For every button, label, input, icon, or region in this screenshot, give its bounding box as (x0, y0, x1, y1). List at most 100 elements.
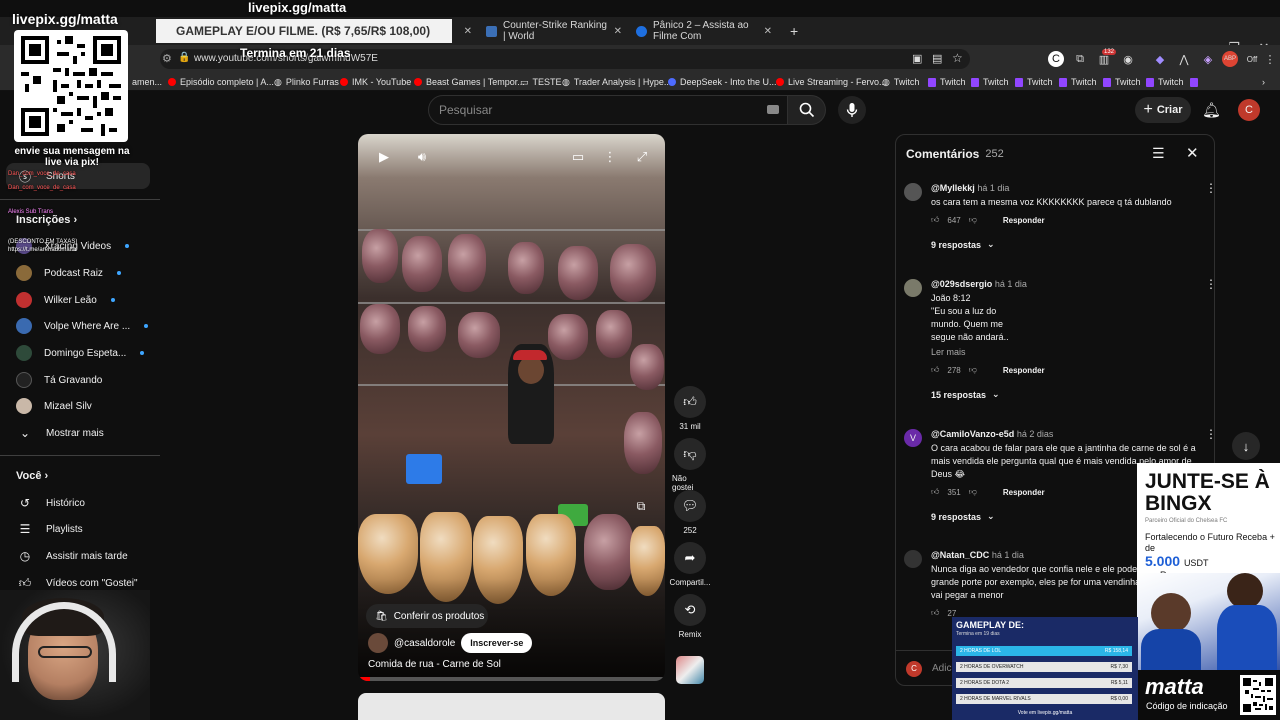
share-icon[interactable]: ➦ (674, 542, 706, 574)
comments-action[interactable]: 💬︎ 252 (672, 490, 708, 535)
account-avatar[interactable]: C (1238, 99, 1260, 121)
star-icon[interactable]: ☆ (952, 51, 963, 65)
thumbs-down-icon[interactable]: 👎︎ (674, 438, 706, 470)
more-icon[interactable]: ⋮ (1205, 427, 1214, 441)
close-icon[interactable]: ✕ (1186, 144, 1199, 162)
bookmark-item[interactable]: IMK - YouTube (340, 73, 411, 91)
adblock-icon[interactable]: ABP (1222, 51, 1238, 67)
reply-button[interactable]: Responder (1003, 366, 1045, 375)
remix-icon[interactable]: ⟲ (674, 594, 706, 626)
dislike-action[interactable]: 👎︎ Não gostei (672, 438, 708, 492)
more-options-icon[interactable]: ⋮ (598, 145, 622, 169)
comment-author[interactable]: @Myllekkj (931, 183, 975, 193)
sort-icon[interactable]: ☰ (1152, 145, 1165, 162)
remix-action[interactable]: ⟲ Remix (672, 594, 708, 639)
tab-panico[interactable]: Pânico 2 – Assista ao Filme Com ✕ (630, 17, 778, 45)
bookmark-folder[interactable]: ▭ TESTE (520, 73, 562, 91)
screenshot-icon[interactable]: ▣ (912, 52, 922, 65)
channel-handle[interactable]: @casaldorole (394, 638, 455, 649)
bookmark-item[interactable]: Twitch (928, 73, 966, 91)
bookmark-item[interactable]: Beast Games | Tempor... (414, 73, 525, 91)
captions-button[interactable]: ▭ (566, 145, 590, 169)
share-action[interactable]: ➦ Compartil... (670, 542, 710, 587)
comment-author[interactable]: @029sdsergio (931, 279, 992, 289)
settings-icon[interactable]: ⚙ (162, 52, 172, 65)
comment-avatar[interactable] (904, 279, 922, 297)
close-icon[interactable]: ✕ (764, 26, 772, 37)
bookmark-item[interactable]: Live Streaming - Fervo... (776, 73, 887, 91)
thumbs-up-icon[interactable]: 👍︎ (931, 487, 939, 497)
tab-partial[interactable]: ✕ (450, 17, 478, 45)
thumbs-up-icon[interactable]: 👍︎ (674, 386, 706, 418)
close-icon[interactable]: ✕ (614, 26, 622, 37)
progress-track[interactable] (358, 677, 665, 681)
bookmark-item[interactable]: Twitch (1059, 73, 1097, 91)
close-icon[interactable]: ✕ (464, 26, 472, 37)
expand-icon[interactable]: ⧉ (629, 494, 653, 518)
keyboard-icon[interactable] (767, 105, 779, 114)
sidebar-channel[interactable]: Wilker Leão (0, 287, 160, 313)
sidebar-item-playlists[interactable]: ☰ Playlists (0, 516, 160, 542)
thumbs-up-icon[interactable]: 👍︎ (931, 608, 939, 618)
thumbs-up-icon[interactable]: 👍︎ (931, 215, 939, 225)
extension-icon[interactable]: ◈ (1200, 51, 1216, 67)
camera-icon[interactable]: ◉ (1120, 51, 1136, 67)
fullscreen-icon[interactable]: ⤢ (630, 145, 654, 169)
bookmark-item[interactable]: ◍ Twitch (882, 73, 919, 91)
search-button[interactable] (788, 95, 826, 125)
scroll-down-button[interactable]: ↓ (1232, 432, 1260, 460)
read-more-link[interactable]: Ler mais (931, 347, 1203, 357)
bookmark-item[interactable]: Twitch (971, 73, 1009, 91)
more-icon[interactable]: ⋮ (1205, 277, 1214, 291)
lock-icon[interactable]: 🔒 (178, 52, 190, 63)
play-button[interactable]: ▶ (372, 145, 396, 169)
comment-author[interactable]: @CamiloVanzo-e5d (931, 429, 1014, 439)
you-header[interactable]: Você › (16, 470, 48, 482)
show-more-button[interactable]: ⌄ Mostrar mais (0, 420, 160, 446)
reply-button[interactable]: Responder (1003, 216, 1045, 225)
bell-icon[interactable]: 🔔︎ (1202, 101, 1221, 119)
extension-off-icon[interactable]: Off (1244, 51, 1260, 67)
sidebar-channel[interactable]: Tá Gravando (0, 367, 160, 393)
bookmark-item[interactable]: DeepSeek - Into the U... (668, 73, 777, 91)
sidebar-channel[interactable]: Domingo Espeta... (0, 340, 160, 366)
voice-search-button[interactable] (838, 96, 866, 124)
sidebar-channel[interactable]: Volpe Where Are ... (0, 313, 160, 339)
video-title[interactable]: Comida de rua - Carne de Sol (368, 659, 501, 670)
next-short-preview[interactable] (358, 693, 665, 720)
bookmark-item[interactable]: Twitch (1103, 73, 1141, 91)
search-input[interactable]: Pesquisar (428, 95, 788, 125)
comment-avatar[interactable] (904, 183, 922, 201)
bookmark-item[interactable]: Twitch (1015, 73, 1053, 91)
new-tab-button[interactable]: + (784, 17, 804, 45)
chevron-right-icon[interactable]: › (1262, 73, 1265, 91)
bookmark-item[interactable]: Twitch (1146, 73, 1184, 91)
comment-avatar[interactable]: V (904, 429, 922, 447)
tab-counter-strike[interactable]: Counter-Strike Ranking | World ✕ (480, 17, 628, 45)
comment-avatar[interactable] (904, 550, 922, 568)
products-button[interactable]: 🛍︎ Conferir os produtos (366, 604, 488, 628)
puzzle-icon[interactable]: ⧉ (1072, 51, 1088, 67)
replies-toggle[interactable]: 9 respostas ⌄ (931, 239, 1203, 250)
bookmark-item[interactable] (1190, 73, 1202, 91)
extension-c-icon[interactable]: C (1048, 51, 1064, 67)
bookmark-item[interactable]: ◍ Plinko Furras (274, 73, 339, 91)
reply-button[interactable]: Responder (1003, 488, 1045, 497)
sidebar-channel[interactable]: Podcast Raiz (0, 260, 160, 286)
bookmark-item[interactable]: amen... (132, 73, 162, 91)
more-icon[interactable]: ⋮ (1205, 181, 1214, 195)
menu-icon[interactable]: ⋮ (1262, 51, 1278, 67)
replies-toggle[interactable]: 15 respostas ⌄ (931, 389, 1203, 400)
comment-author[interactable]: @Natan_CDC (931, 550, 989, 560)
create-button[interactable]: + Criar (1135, 97, 1191, 123)
sidebar-channel[interactable]: Mizael Silv (0, 393, 160, 419)
bookmark-item[interactable]: Episódio completo | A... (168, 73, 274, 91)
bookmark-item[interactable]: ◍ Trader Analysis | Hype... (562, 73, 671, 91)
thumbs-down-icon[interactable]: 👎︎ (969, 487, 977, 497)
thumbs-down-icon[interactable]: 👎︎ (969, 365, 977, 375)
reader-icon[interactable]: ▤ (932, 52, 942, 65)
extension-icon[interactable]: ◆ (1152, 51, 1168, 67)
audio-thumbnail[interactable] (676, 656, 704, 684)
sidebar-item-watch-later[interactable]: ◷ Assistir mais tarde (0, 543, 160, 569)
volume-button[interactable]: 🔊︎ (410, 145, 434, 169)
